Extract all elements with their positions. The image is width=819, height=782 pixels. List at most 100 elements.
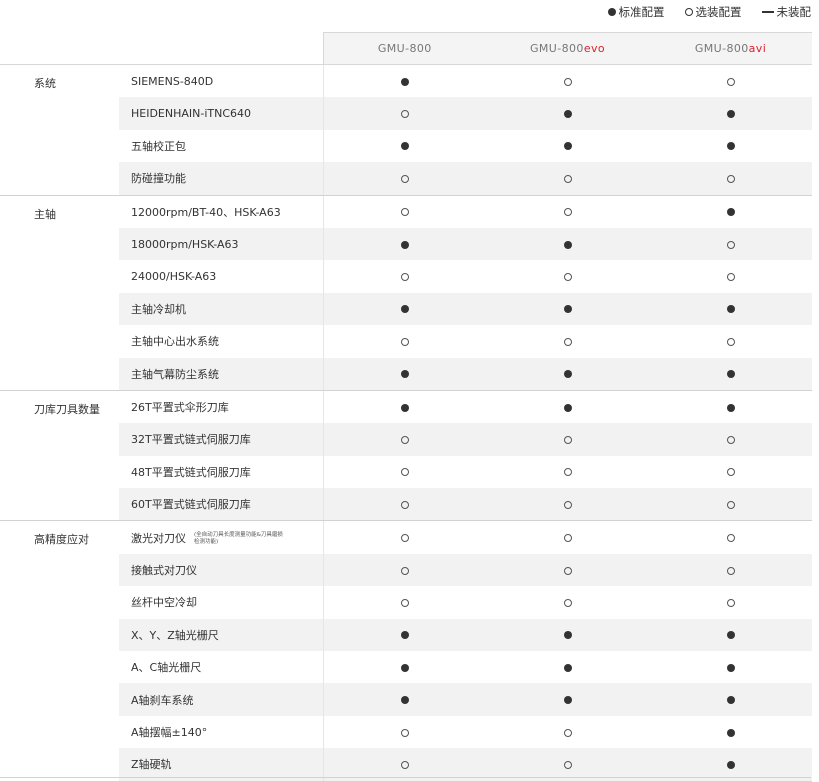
feature-cell: A轴刹车系统	[119, 683, 324, 716]
table-row: 刀库刀具数量 26T平置式伞形刀库	[0, 390, 812, 522]
empty-circle-icon	[726, 435, 735, 444]
mark-cell	[323, 97, 486, 130]
mark-cell	[486, 260, 649, 292]
mark-cell	[323, 260, 486, 292]
mark-cell	[486, 65, 649, 98]
filled-circle-icon	[400, 631, 409, 640]
feature-cell: A、C轴光栅尺	[119, 651, 324, 684]
feature-cell: 防碰撞功能	[119, 162, 324, 196]
mark-cell	[323, 227, 486, 261]
table-row: 五轴校正包	[0, 129, 812, 163]
feature-cell: X、Y、Z轴光栅尺	[119, 618, 324, 652]
feature-label: 26T平置式伞形刀库	[131, 401, 229, 415]
empty-circle-icon	[563, 534, 572, 543]
feature-cell: 五轴校正包	[119, 129, 324, 163]
table-row: 丝杆中空冷却	[0, 586, 812, 619]
mark-cell	[649, 683, 812, 716]
empty-circle-icon	[400, 110, 409, 119]
feature-label: 丝杆中空冷却	[131, 596, 197, 610]
category-cell: 系统	[0, 64, 119, 196]
mark-cell	[486, 586, 649, 618]
feature-label: A轴摆幅±140°	[131, 726, 208, 739]
empty-circle-icon	[726, 240, 735, 249]
filled-circle-icon	[726, 696, 735, 705]
empty-circle-icon	[726, 174, 735, 183]
mark-cell	[486, 716, 649, 748]
feature-cell: SIEMENS-840D	[119, 64, 324, 98]
table-row: A、C轴光栅尺	[0, 651, 812, 684]
mark-cell	[323, 325, 486, 357]
mark-cell	[486, 292, 649, 326]
mark-cell	[649, 618, 812, 652]
legend-none: 未装配	[761, 4, 811, 20]
empty-circle-icon	[563, 77, 572, 86]
feature-cell: 24000/HSK-A63	[119, 260, 324, 293]
empty-circle-icon	[400, 337, 409, 346]
filled-circle-icon	[563, 142, 572, 151]
feature-cell: 接触式对刀仪	[119, 553, 324, 587]
table-row: 18000rpm/HSK-A63	[0, 227, 812, 261]
feature-label: 48T平置式链式伺服刀库	[131, 465, 251, 479]
feature-label: 主轴气幕防尘系统	[131, 367, 219, 381]
empty-circle-icon	[726, 566, 735, 575]
mark-cell	[649, 456, 812, 488]
empty-circle-icon	[400, 728, 409, 737]
feature-cell: 主轴中心出水系统	[119, 325, 324, 358]
empty-circle-icon	[400, 273, 409, 282]
table-row: 高精度应对 激光对刀仪 (全自动刀具长度测量功能&刀具磨损检测功能)	[0, 520, 812, 782]
mark-cell	[323, 553, 486, 587]
feature-cell: 激光对刀仪 (全自动刀具长度测量功能&刀具磨损检测功能)	[119, 520, 324, 554]
filled-circle-icon	[726, 663, 735, 672]
mark-cell	[486, 162, 649, 196]
mark-cell	[649, 130, 812, 162]
mark-cell	[649, 521, 812, 554]
empty-circle-icon	[726, 598, 735, 607]
category-cell: 高精度应对	[0, 520, 119, 782]
empty-circle-icon	[400, 208, 409, 217]
feature-label: 五轴校正包	[131, 139, 186, 153]
model-suffix: avi	[748, 42, 767, 55]
empty-circle-icon	[563, 598, 572, 607]
feature-label: HEIDENHAIN-iTNC640	[131, 107, 252, 121]
filled-circle-icon	[563, 370, 572, 379]
table-row: 主轴中心出水系统	[0, 325, 812, 358]
header-blank	[119, 32, 323, 65]
legend-optional: 选装配置	[684, 4, 742, 20]
table-row: X、Y、Z轴光栅尺	[0, 618, 812, 652]
filled-circle-icon	[400, 142, 409, 151]
mark-cell	[649, 423, 812, 456]
feature-cell: 32T平置式链式伺服刀库	[119, 423, 324, 456]
empty-circle-icon	[400, 534, 409, 543]
mark-cell	[486, 618, 649, 652]
mark-cell	[323, 586, 486, 618]
legend-standard: 标准配置	[607, 4, 665, 20]
category-cell: 刀库刀具数量	[0, 390, 119, 522]
mark-cell	[486, 227, 649, 261]
mark-cell	[486, 357, 649, 391]
feature-label: 18000rpm/HSK-A63	[131, 237, 239, 251]
mark-cell	[486, 325, 649, 357]
empty-circle-icon	[563, 174, 572, 183]
filled-circle-icon	[726, 142, 735, 151]
feature-label: 24000/HSK-A63	[131, 270, 217, 284]
table-row: 32T平置式链式伺服刀库	[0, 423, 812, 456]
mark-cell	[649, 390, 812, 423]
feature-label: 12000rpm/BT-40、HSK-A63	[131, 205, 281, 219]
mark-cell	[486, 553, 649, 587]
table-row: A轴摆幅±140°	[0, 715, 812, 749]
filled-circle-icon	[563, 240, 572, 249]
table-row: 接触式对刀仪	[0, 553, 812, 587]
feature-cell: 丝杆中空冷却	[119, 586, 324, 619]
category-cell: 主轴	[0, 195, 119, 391]
mark-cell	[323, 65, 486, 98]
empty-circle-icon	[400, 468, 409, 477]
mark-cell	[649, 227, 812, 261]
mark-cell	[649, 357, 812, 391]
mark-cell	[486, 130, 649, 162]
feature-cell: 60T平置式链式伺服刀库	[119, 488, 324, 522]
feature-label: 32T平置式链式伺服刀库	[131, 433, 251, 447]
mark-cell	[323, 357, 486, 391]
filled-circle-icon	[400, 403, 409, 412]
mark-cell	[323, 716, 486, 748]
empty-circle-icon	[400, 435, 409, 444]
